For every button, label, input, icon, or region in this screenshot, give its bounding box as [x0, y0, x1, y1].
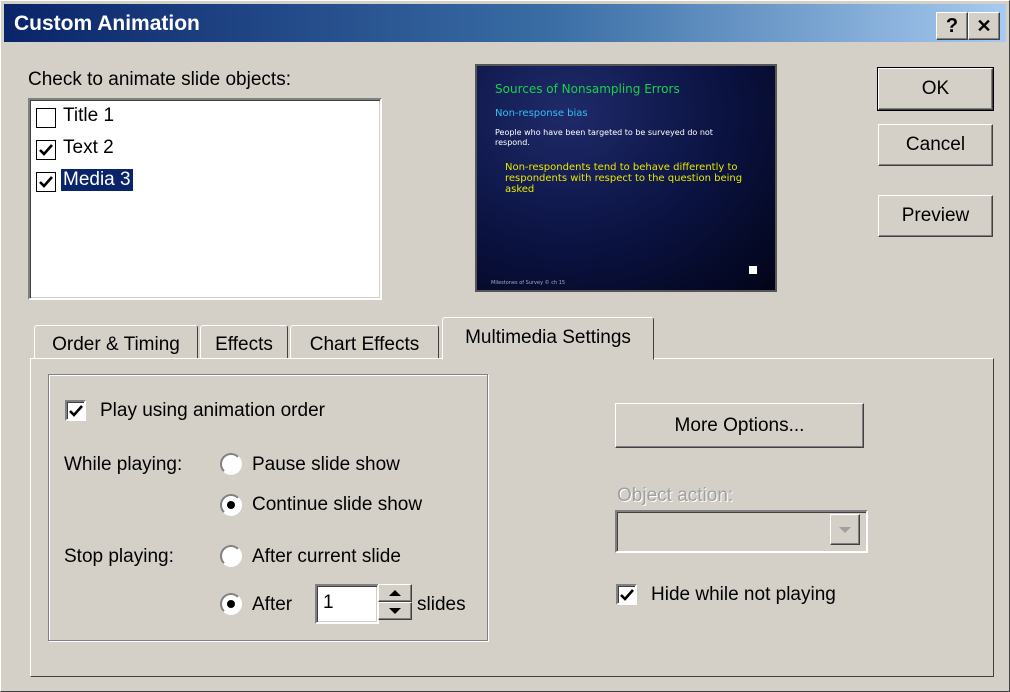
title-bar: Custom Animation ? ✕ [4, 4, 1006, 42]
after-label: After [252, 594, 293, 615]
pause-label: Pause slide show [252, 454, 400, 475]
list-item-title-1[interactable]: Title 1 [32, 102, 374, 132]
objects-label: Check to animate slide objects: [28, 69, 291, 90]
media-3-checkbox[interactable] [36, 172, 56, 192]
preview-footer: Milestones of Survey © ch 15 [491, 280, 566, 286]
slides-count-input[interactable]: 1 [315, 584, 379, 624]
more-options-button[interactable]: More Options... [615, 403, 864, 448]
list-item-label: Text 2 [63, 137, 114, 158]
preview-highlight: Non-respondents tend to behave different… [505, 162, 743, 195]
checkmark-icon [39, 176, 53, 188]
help-button[interactable]: ? [936, 12, 968, 40]
play-order-label: Play using animation order [100, 400, 325, 421]
list-item-label: Title 1 [63, 105, 115, 126]
object-action-label: Object action: [617, 485, 734, 506]
media-icon [749, 266, 757, 274]
chevron-down-icon [839, 527, 851, 533]
text-2-checkbox[interactable] [36, 140, 56, 160]
checkmark-icon [620, 589, 634, 601]
objects-list[interactable]: Title 1 Text 2 Media 3 [28, 98, 382, 300]
after-n-slides-radio[interactable] [220, 593, 242, 615]
checkmark-icon [39, 144, 53, 156]
slides-label: slides [417, 594, 466, 615]
stop-playing-label: Stop playing: [64, 546, 174, 567]
dialog-title: Custom Animation [14, 12, 200, 35]
preview-body: People who have been targeted to be surv… [495, 128, 713, 147]
after-current-slide-radio[interactable] [220, 545, 242, 567]
slides-count-spinner[interactable] [378, 584, 412, 620]
hide-while-not-playing-label: Hide while not playing [651, 584, 836, 605]
while-playing-label: While playing: [64, 454, 183, 475]
arrow-up-icon [389, 590, 401, 596]
spin-down-button[interactable] [378, 602, 412, 620]
after-current-label: After current slide [252, 546, 401, 567]
tab-multimedia-settings[interactable]: Multimedia Settings [442, 317, 654, 360]
arrow-down-icon [389, 608, 401, 614]
list-item-label: Media 3 [61, 169, 133, 191]
custom-animation-dialog: Custom Animation ? ✕ Check to animate sl… [0, 0, 1010, 692]
tab-order-timing[interactable]: Order & Timing [34, 325, 198, 359]
tab-effects[interactable]: Effects [200, 325, 288, 359]
continue-slide-show-radio[interactable] [220, 494, 242, 516]
ok-button[interactable]: OK [877, 67, 994, 111]
continue-label: Continue slide show [252, 494, 423, 515]
spin-up-button[interactable] [378, 584, 412, 602]
pause-slide-show-radio[interactable] [220, 453, 242, 475]
list-item-text-2[interactable]: Text 2 [32, 134, 374, 164]
cancel-button[interactable]: Cancel [878, 124, 993, 166]
object-action-select[interactable] [615, 510, 868, 553]
close-button[interactable]: ✕ [968, 12, 1000, 40]
hide-while-not-playing-checkbox[interactable] [616, 584, 637, 605]
preview-subtitle: Non-response bias [495, 108, 588, 119]
slides-count-value: 1 [323, 592, 334, 613]
radio-dot-icon [227, 600, 235, 608]
preview-button[interactable]: Preview [878, 195, 993, 237]
object-action-dropdown-button[interactable] [830, 514, 860, 545]
list-item-media-3[interactable]: Media 3 [32, 166, 374, 196]
preview-title: Sources of Nonsampling Errors [495, 82, 680, 96]
checkmark-icon [69, 405, 83, 417]
radio-dot-icon [227, 501, 235, 509]
slide-preview: Sources of Nonsampling Errors Non-respon… [475, 64, 777, 292]
play-order-checkbox[interactable] [65, 400, 86, 421]
title-1-checkbox[interactable] [36, 108, 56, 128]
tab-chart-effects[interactable]: Chart Effects [290, 325, 439, 359]
